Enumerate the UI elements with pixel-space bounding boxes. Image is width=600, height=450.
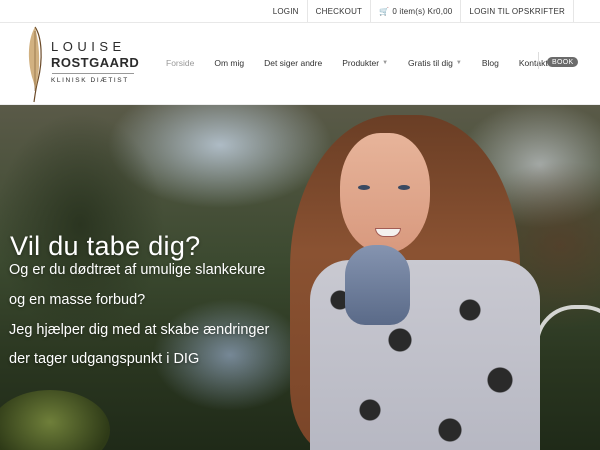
utility-links: LOGIN CHECKOUT 🛒 0 item(s) Kr0,00 LOGIN … <box>265 0 574 22</box>
logo-subtitle: KLINISK DIÆTIST <box>51 77 129 84</box>
site-header: LOUISE ROSTGAARD KLINISK DIÆTIST Forside… <box>0 23 600 105</box>
hero-bench-decoration <box>535 305 600 450</box>
logo-divider <box>52 73 134 74</box>
nav-item-forside[interactable]: Forside <box>166 58 194 68</box>
nav-label: Kontakt <box>518 58 548 68</box>
nav-label: Blog <box>481 58 499 68</box>
nav-item-om-mig[interactable]: Om mig <box>214 58 244 68</box>
nav-item-kontakt[interactable]: Kontakt <box>519 58 548 68</box>
nav-label: Produkter <box>342 58 380 68</box>
login-recipes-label: LOGIN TIL OPSKRIFTER <box>469 6 565 16</box>
book-button[interactable]: BOOK <box>547 57 579 67</box>
hero-text-line: Og er du dødtræt af umulige slankekure <box>9 262 266 278</box>
cart-link[interactable]: 🛒 0 item(s) Kr0,00 <box>370 0 460 22</box>
hero-photo-eye <box>358 185 370 190</box>
nav-item-det-siger-andre[interactable]: Det siger andre <box>264 58 322 68</box>
hero-banner: Vil du tabe dig? Og er du dødtræt af umu… <box>0 105 600 450</box>
chevron-down-icon: ▼ <box>455 60 462 66</box>
hero-photo-mitten <box>345 245 410 325</box>
hero-text-line: der tager udgangspunkt i DIG <box>9 351 200 367</box>
nav-label: Forside <box>166 58 195 68</box>
hero-title: Vil du tabe dig? <box>10 231 201 262</box>
logo-first-name: LOUISE <box>51 39 126 54</box>
hero-photo-eye <box>398 185 410 190</box>
nav-label: Om mig <box>214 58 245 68</box>
login-label: LOGIN <box>272 6 299 16</box>
checkout-link[interactable]: CHECKOUT <box>306 0 371 22</box>
login-recipes-link[interactable]: LOGIN TIL OPSKRIFTER <box>460 0 574 22</box>
hero-text-line: og en masse forbud? <box>9 292 146 308</box>
nav-item-gratis-til-dig[interactable]: Gratis til dig ▼ <box>408 58 462 68</box>
cart-summary: 0 item(s) Kr0,00 <box>392 6 453 16</box>
site-logo[interactable]: LOUISE ROSTGAARD KLINISK DIÆTIST <box>24 25 144 103</box>
nav-item-blog[interactable]: Blog <box>482 58 499 68</box>
login-link[interactable]: LOGIN <box>265 0 307 22</box>
nav-label: Det siger andre <box>264 58 323 68</box>
hero-text-line: Jeg hjælper dig med at skabe ændringer <box>9 322 270 338</box>
hero-bush-decoration <box>0 390 110 450</box>
nav-item-produkter[interactable]: Produkter ▼ <box>342 58 388 68</box>
cart-icon: 🛒 <box>379 6 390 16</box>
nav-divider <box>538 52 539 69</box>
top-utility-bar: LOGIN CHECKOUT 🛒 0 item(s) Kr0,00 LOGIN … <box>0 0 600 23</box>
feather-icon <box>28 26 42 103</box>
chevron-down-icon: ▼ <box>382 60 389 66</box>
logo-last-name: ROSTGAARD <box>51 55 140 70</box>
nav-label: Gratis til dig <box>408 58 453 68</box>
checkout-label: CHECKOUT <box>315 6 363 16</box>
main-nav: Forside Om mig Det siger andre Produkter… <box>166 53 568 73</box>
